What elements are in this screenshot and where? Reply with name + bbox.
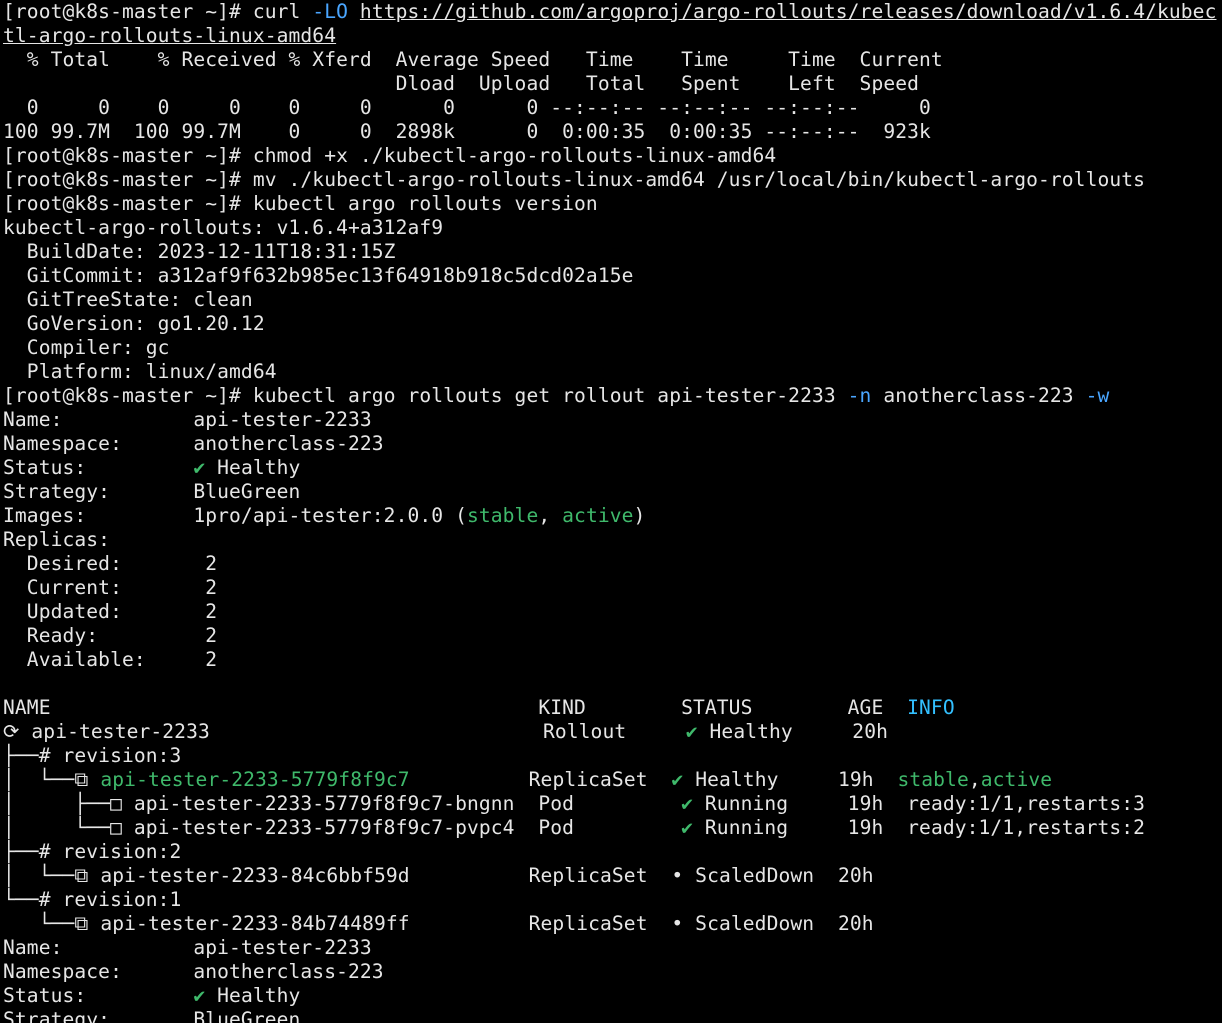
chmod-command: chmod +x ./kubectl-argo-rollouts-linux-a…: [252, 144, 777, 167]
version-command-line: [root@k8s-master ~]# kubectl argo rollou…: [3, 192, 1222, 216]
images-close: ): [633, 504, 646, 527]
terminal-window[interactable]: [root@k8s-master ~]# curl -LO https://gi…: [0, 0, 1222, 1023]
strategy-value: BlueGreen: [193, 480, 301, 503]
pod-status: Running 19h ready:1/1,restarts:3: [693, 792, 1146, 815]
curl-command-line-wrap: tl-argo-rollouts-linux-amd64: [3, 24, 1222, 48]
tree-row-revision-2: ├──# revision:2: [3, 840, 182, 863]
progress-header-1: % Total % Received % Xferd Average Speed…: [3, 48, 943, 71]
tree-row-pod-bngnn: │ ├──□ api-tester-2233-5779f8f9c7-bngnn …: [3, 792, 1222, 816]
images-label: Images:: [3, 504, 194, 527]
version-output-1: kubectl-argo-rollouts: v1.6.4+a312af9: [3, 216, 444, 239]
progress-header-2: Dload Upload Total Spent Left Speed: [3, 72, 920, 95]
replicas-desired: Desired: 2: [3, 552, 218, 575]
check-icon: ✔: [681, 792, 694, 815]
replicas-current: Current: 2: [3, 576, 218, 599]
version-output-7: Platform: linux/amd64: [3, 360, 277, 383]
download-url[interactable]: https://github.com/argoproj/argo-rollout…: [360, 0, 1217, 23]
namespace-arg: anotherclass-223: [871, 384, 1086, 407]
replicas-label: Replicas:: [3, 528, 111, 551]
mv-command: mv ./kubectl-argo-rollouts-linux-amd64 /…: [252, 168, 1146, 191]
check-icon: ✔: [193, 984, 206, 1007]
replicaset-kind: ReplicaSet: [528, 768, 672, 791]
progress-row-1: 0 0 0 0 0 0 0 0 --:--:-- --:--:-- --:--:…: [3, 96, 931, 119]
rollout-status-line: Status: ✔ Healthy: [3, 456, 1222, 480]
rollout2-strategy-line: Strategy: BlueGreen: [3, 1008, 301, 1023]
get-rollout-command-line: [root@k8s-master ~]# kubectl argo rollou…: [3, 384, 1222, 408]
namespace-label: Namespace:: [3, 432, 194, 455]
stable-tag: stable: [466, 504, 539, 527]
status-value: Healthy: [205, 984, 301, 1007]
rollout-namespace-line: Namespace: anotherclass-223: [3, 432, 1222, 456]
curl-command-line: [root@k8s-master ~]# curl -LO https://gi…: [3, 0, 1222, 24]
curl-command: curl: [252, 0, 313, 23]
stable-tag: stable: [897, 768, 969, 791]
tree-header-columns: NAME KIND STATUS AGE: [3, 696, 908, 719]
namespace-value: anotherclass-223: [193, 432, 384, 455]
version-command: kubectl argo rollouts version: [252, 192, 598, 215]
tree-row-pod-pvpc4: │ └──□ api-tester-2233-5779f8f9c7-pvpc4 …: [3, 816, 1222, 840]
rollout2-status-line: Status: ✔ Healthy: [3, 984, 1222, 1008]
curl-flag: -LO: [312, 0, 349, 23]
rollout-status: Healthy 20h: [697, 720, 888, 743]
chmod-command-line: [root@k8s-master ~]# chmod +x ./kubectl-…: [3, 144, 1222, 168]
pod-status: Running 19h ready:1/1,restarts:2: [693, 816, 1146, 839]
replicaset-status: Healthy 19h: [683, 768, 898, 791]
rollout-images-line: Images: 1pro/api-tester:2.0.0 (stable, a…: [3, 504, 1222, 528]
tree-row-rollout: ⟳ api-tester-2233 Rollout ✔ Healthy 20h: [3, 720, 1222, 744]
version-output-5: GoVersion: go1.20.12: [3, 312, 265, 335]
tree-row-revision-1: └──# revision:1: [3, 888, 182, 911]
tree-header: NAME KIND STATUS AGE INFO: [3, 696, 1222, 720]
info-separator: ,: [968, 768, 981, 791]
version-output-3: GitCommit: a312af9f632b985ec13f64918b918…: [3, 264, 634, 287]
prompt: [root@k8s-master ~]#: [3, 384, 253, 407]
name-label: Name:: [3, 408, 194, 431]
replicaset-name: api-tester-2233-5779f8f9c7: [100, 768, 410, 791]
tree-branch: │ └──⧉: [3, 768, 101, 791]
tree-row-revision-3: ├──# revision:3: [3, 744, 182, 767]
rollout2-namespace-line: Namespace: anotherclass-223: [3, 960, 384, 983]
images-separator: ,: [538, 504, 563, 527]
check-icon: ✔: [681, 816, 694, 839]
get-command: kubectl argo rollouts get rollout api-te…: [252, 384, 848, 407]
pod-name: │ └──□ api-tester-2233-5779f8f9c7-pvpc4 …: [3, 816, 682, 839]
tree-row-replicaset-active: │ └──⧉ api-tester-2233-5779f8f9c7 Replic…: [3, 768, 1222, 792]
namespace-flag: -n: [847, 384, 872, 407]
prompt: [root@k8s-master ~]#: [3, 0, 253, 23]
name-value: api-tester-2233: [193, 408, 372, 431]
replicas-ready: Ready: 2: [3, 624, 218, 647]
version-output-6: Compiler: gc: [3, 336, 170, 359]
rollout-name: ⟳ api-tester-2233: [3, 720, 543, 743]
active-tag: active: [562, 504, 634, 527]
prompt: [root@k8s-master ~]#: [3, 144, 253, 167]
status-value: Healthy: [205, 456, 301, 479]
status-label: Status:: [3, 984, 194, 1007]
rollout2-name-line: Name: api-tester-2233: [3, 936, 372, 959]
info-column-header: INFO: [907, 696, 955, 719]
download-url-continued[interactable]: tl-argo-rollouts-linux-amd64: [3, 24, 336, 47]
check-icon: ✔: [671, 768, 684, 791]
version-output-4: GitTreeState: clean: [3, 288, 253, 311]
active-tag: active: [980, 768, 1053, 791]
images-value: 1pro/api-tester:2.0.0 (: [193, 504, 467, 527]
replicas-updated: Updated: 2: [3, 600, 218, 623]
status-label: Status:: [3, 456, 194, 479]
tree-row-replicaset-rev1: └──⧉ api-tester-2233-84b74489ff ReplicaS…: [3, 912, 874, 935]
mv-command-line: [root@k8s-master ~]# mv ./kubectl-argo-r…: [3, 168, 1222, 192]
pod-name: │ ├──□ api-tester-2233-5779f8f9c7-bngnn …: [3, 792, 682, 815]
check-icon: ✔: [685, 720, 698, 743]
prompt: [root@k8s-master ~]#: [3, 168, 253, 191]
rollout-kind: Rollout: [542, 720, 686, 743]
watch-flag: -w: [1085, 384, 1110, 407]
replicas-available: Available: 2: [3, 648, 218, 671]
tree-row-replicaset-rev2: │ └──⧉ api-tester-2233-84c6bbf59d Replic…: [3, 864, 874, 887]
check-icon: ✔: [193, 456, 206, 479]
rollout-name-line: Name: api-tester-2233: [3, 408, 1222, 432]
version-output-2: BuildDate: 2023-12-11T18:31:15Z: [3, 240, 396, 263]
strategy-label: Strategy:: [3, 480, 194, 503]
progress-row-2: 100 99.7M 100 99.7M 0 0 2898k 0 0:00:35 …: [3, 120, 931, 143]
prompt: [root@k8s-master ~]#: [3, 192, 253, 215]
rollout-strategy-line: Strategy: BlueGreen: [3, 480, 1222, 504]
